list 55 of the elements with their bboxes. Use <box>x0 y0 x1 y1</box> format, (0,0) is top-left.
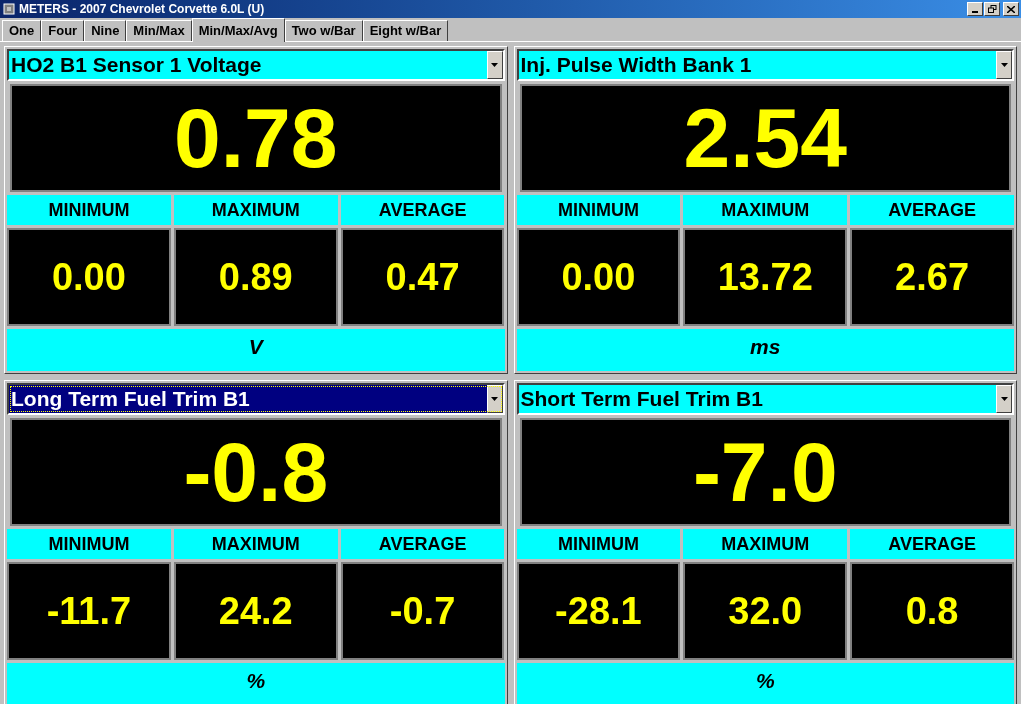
dropdown-arrow-icon <box>491 63 498 67</box>
stat-reading: -0.7 <box>340 562 505 660</box>
stat-label: MAXIMUM <box>173 195 338 225</box>
main-reading: -7.0 <box>519 418 1011 526</box>
tab[interactable]: Min/Max <box>126 20 192 41</box>
tab[interactable]: Two w/Bar <box>284 20 363 41</box>
unit-label: % <box>246 668 266 694</box>
stat-label: MINIMUM <box>7 195 171 225</box>
tab[interactable]: Nine <box>84 20 127 41</box>
parameter-dropdown[interactable]: Short Term Fuel Trim B1 <box>516 383 1014 415</box>
unit-label: ms <box>750 334 781 360</box>
stat-reading: -28.1 <box>516 562 681 660</box>
main-reading: 0.78 <box>10 84 502 192</box>
stat-label: MAXIMUM <box>173 529 338 559</box>
stat-reading: 0.89 <box>173 228 338 326</box>
stat-label: MINIMUM <box>7 529 171 559</box>
stat-reading: 0.47 <box>340 228 505 326</box>
close-button[interactable] <box>1003 2 1019 16</box>
stat-label: MAXIMUM <box>683 195 848 225</box>
window-title: METERS - 2007 Chevrolet Corvette 6.0L (U) <box>19 1 265 18</box>
stat-reading: 0.00 <box>7 228 171 326</box>
unit-label: V <box>248 334 263 360</box>
stat-reading: 0.8 <box>850 562 1014 660</box>
stat-label: AVERAGE <box>340 529 505 559</box>
parameter-dropdown[interactable]: HO2 B1 Sensor 1 Voltage <box>7 49 505 81</box>
stat-label: AVERAGE <box>850 529 1014 559</box>
tab[interactable]: Eight w/Bar <box>362 20 449 41</box>
stat-reading: 2.67 <box>850 228 1014 326</box>
main-reading: -0.8 <box>10 418 502 526</box>
parameter-dropdown[interactable]: Long Term Fuel Trim B1 <box>7 383 505 415</box>
tab[interactable]: Four <box>41 20 85 41</box>
dropdown-arrow-icon <box>1000 63 1008 67</box>
stat-label: MINIMUM <box>516 529 681 559</box>
stat-reading: 32.0 <box>683 562 848 660</box>
stat-reading: 13.72 <box>683 228 848 326</box>
app-icon <box>2 2 16 16</box>
unit-label: % <box>755 668 775 694</box>
parameter-dropdown[interactable]: Inj. Pulse Width Bank 1 <box>516 49 1014 81</box>
restore-icon <box>987 5 997 13</box>
minimize-button[interactable] <box>967 2 983 16</box>
stat-label: MINIMUM <box>516 195 681 225</box>
tab[interactable]: One <box>2 20 42 41</box>
restore-button[interactable] <box>984 2 1000 16</box>
minimize-icon <box>972 11 978 13</box>
dropdown-arrow-icon <box>1000 397 1008 401</box>
stat-label: MAXIMUM <box>683 529 848 559</box>
tab[interactable]: Min/Max/Avg <box>191 18 285 42</box>
stat-label: AVERAGE <box>340 195 505 225</box>
stat-reading: 24.2 <box>173 562 338 660</box>
stat-reading: -11.7 <box>7 562 171 660</box>
stat-reading: 0.00 <box>516 228 681 326</box>
dropdown-arrow-icon <box>491 397 498 401</box>
close-icon <box>1007 5 1015 13</box>
stat-label: AVERAGE <box>850 195 1014 225</box>
main-reading: 2.54 <box>519 84 1011 192</box>
